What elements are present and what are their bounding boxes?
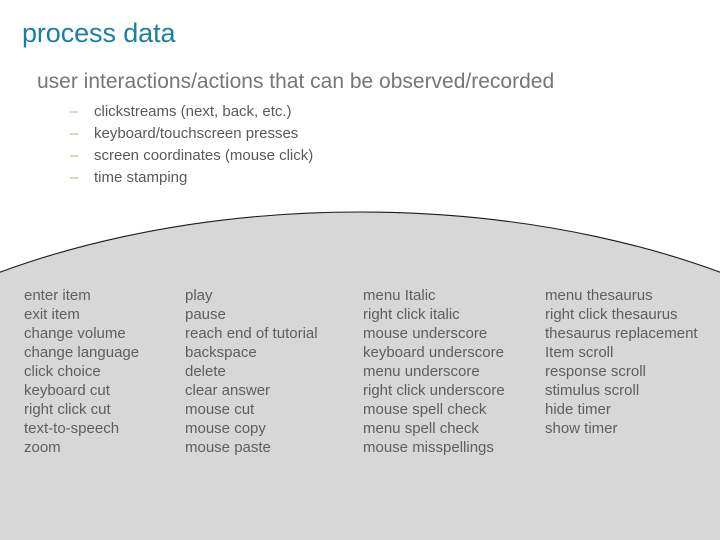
action-entry: backspace xyxy=(185,344,257,361)
list-item: – clickstreams (next, back, etc.) xyxy=(70,101,313,123)
action-entry: hide timer xyxy=(545,401,611,418)
action-entry: mouse misspellings xyxy=(363,439,494,456)
list-item-label: screen coordinates (mouse click) xyxy=(94,147,314,164)
slide-canvas: process data user interactions/actions t… xyxy=(0,0,720,540)
dash-bullet-icon: – xyxy=(70,125,79,142)
action-entry: exit item xyxy=(24,306,80,323)
action-entry: mouse spell check xyxy=(363,401,487,418)
dash-bullet-icon: – xyxy=(70,103,79,120)
action-entry: reach end of tutorial xyxy=(185,325,318,342)
dash-bullet-icon: – xyxy=(70,147,79,164)
lead-statement: user interactions/actions that can be ob… xyxy=(37,70,555,93)
action-entry: right click italic xyxy=(363,306,460,323)
action-entry: clear answer xyxy=(185,382,271,399)
action-column-4: menu thesaurus right click thesaurus the… xyxy=(545,286,698,438)
action-entry: Item scroll xyxy=(545,344,614,361)
action-entry: pause xyxy=(185,306,226,323)
list-item-label: time stamping xyxy=(94,169,188,186)
action-entry: menu thesaurus xyxy=(545,287,653,304)
action-entry: change language xyxy=(24,344,140,361)
action-entry: menu underscore xyxy=(363,363,480,380)
list-item: – keyboard/touchscreen presses xyxy=(70,123,313,145)
action-entry: thesaurus replacement xyxy=(545,325,698,342)
action-entry: enter item xyxy=(24,287,91,304)
action-entry: delete xyxy=(185,363,226,380)
action-entry: right click thesaurus xyxy=(545,306,678,323)
action-entry: keyboard underscore xyxy=(363,344,504,361)
action-column-3: menu Italic right click italic mouse und… xyxy=(363,286,505,457)
bullet-list: – clickstreams (next, back, etc.) – keyb… xyxy=(70,101,313,189)
action-entry: play xyxy=(185,287,213,304)
action-entry: right click underscore xyxy=(363,382,505,399)
action-entry: mouse cut xyxy=(185,401,255,418)
action-entry: zoom xyxy=(24,439,61,456)
action-entry: show timer xyxy=(545,420,618,437)
dash-bullet-icon: – xyxy=(70,169,79,186)
list-item-label: keyboard/touchscreen presses xyxy=(94,125,299,142)
action-entry: mouse underscore xyxy=(363,325,488,342)
action-column-2: play pause reach end of tutorial backspa… xyxy=(185,286,318,457)
action-entry: menu Italic xyxy=(363,287,436,304)
action-entry: keyboard cut xyxy=(24,382,110,399)
list-item: – time stamping xyxy=(70,167,313,189)
action-entry: mouse paste xyxy=(185,439,271,456)
list-item: – screen coordinates (mouse click) xyxy=(70,145,313,167)
action-entry: text-to-speech xyxy=(24,420,120,437)
action-column-1: enter item exit item change volume chang… xyxy=(24,286,139,457)
action-entry: change volume xyxy=(24,325,126,342)
action-entry: click choice xyxy=(24,363,101,380)
page-title: process data xyxy=(22,18,176,48)
action-entry: stimulus scroll xyxy=(545,382,640,399)
action-entry: menu spell check xyxy=(363,420,479,437)
action-entry: right click cut xyxy=(24,401,111,418)
action-entry: response scroll xyxy=(545,363,646,380)
list-item-label: clickstreams (next, back, etc.) xyxy=(94,103,292,120)
action-entry: mouse copy xyxy=(185,420,266,437)
